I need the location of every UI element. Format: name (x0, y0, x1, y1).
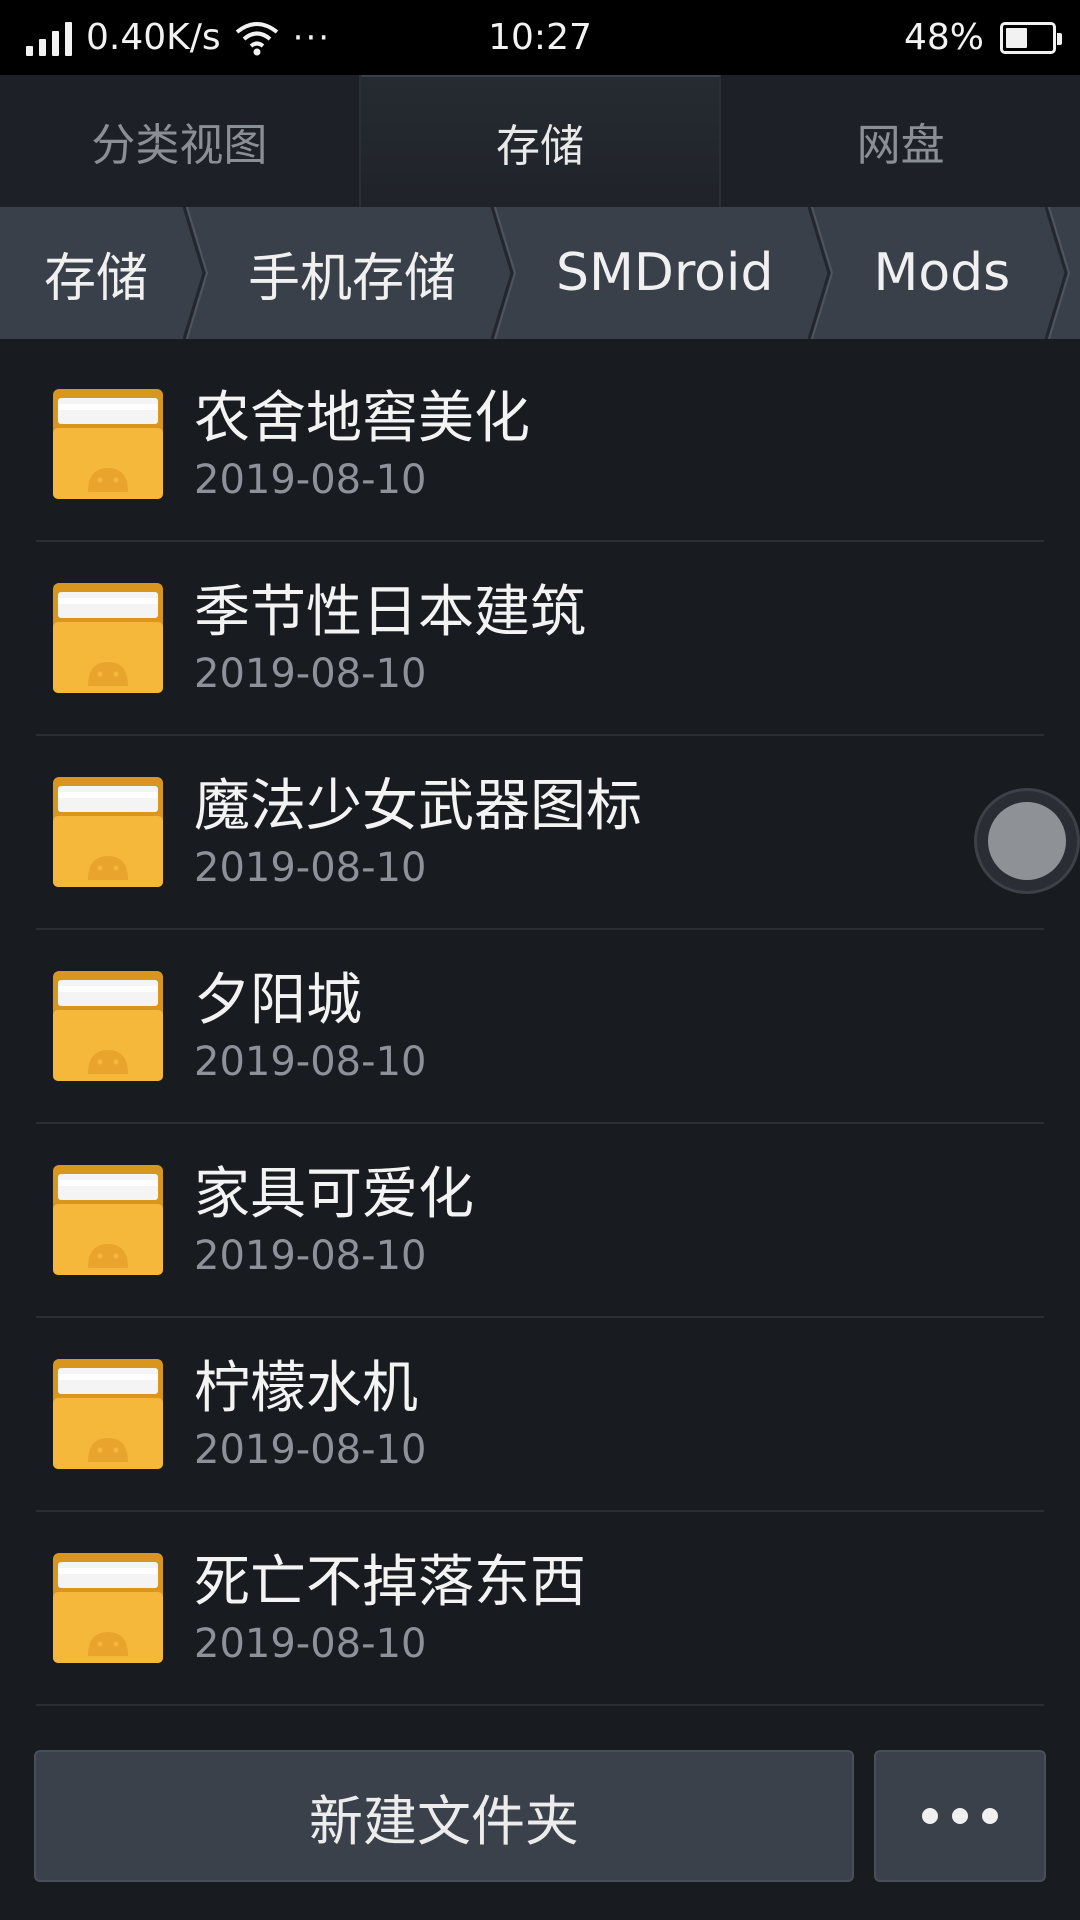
file-name: 家具可爱化 (194, 1162, 474, 1227)
file-date: 2019-08-10 (194, 845, 427, 891)
more-dot-icon (952, 1808, 968, 1824)
file-list: 农舍地窖美化 2019-08-10 季节性日本建筑 2019-08-10 魔法少 (36, 348, 1044, 1706)
tab-storage[interactable]: 存储 (360, 75, 722, 207)
file-name: 柠檬水机 (194, 1356, 418, 1421)
file-name: 季节性日本建筑 (194, 580, 586, 645)
file-list-item[interactable]: 魔法少女武器图标 2019-08-10 (36, 736, 1044, 930)
view-tabs: 分类视图 存储 网盘 (0, 75, 1080, 207)
file-name: 农舍地窖美化 (194, 386, 530, 451)
android-folder-icon (53, 971, 163, 1081)
status-bar: 0.40K/s ··· 10:27 48% (0, 0, 1080, 75)
breadcrumb-mods[interactable]: Mods (835, 207, 1044, 339)
file-list-item[interactable]: 柠檬水机 2019-08-10 (36, 1318, 1044, 1512)
file-date: 2019-08-10 (194, 1621, 427, 1667)
file-date: 2019-08-10 (194, 1039, 427, 1085)
file-list-item[interactable]: 死亡不掉落东西 2019-08-10 (36, 1512, 1044, 1706)
file-text: 夕阳城 2019-08-10 (194, 965, 426, 1087)
more-options-button[interactable] (874, 1750, 1046, 1882)
tab-category-view[interactable]: 分类视图 (0, 75, 361, 207)
breadcrumb-phone-storage[interactable]: 手机存储 (210, 207, 490, 339)
file-name: 夕阳城 (194, 968, 362, 1033)
file-name: 死亡不掉落东西 (194, 1550, 586, 1615)
fast-scroll-handle[interactable] (974, 788, 1080, 894)
file-text: 死亡不掉落东西 2019-08-10 (194, 1547, 586, 1669)
fast-scroll-handle-knob (988, 802, 1066, 880)
file-list-item[interactable]: 农舍地窖美化 2019-08-10 (36, 348, 1044, 542)
breadcrumb: 存储 手机存储 SMDroid Mods (0, 207, 1080, 339)
android-folder-icon (53, 583, 163, 693)
breadcrumb-separator-icon (490, 207, 517, 339)
file-text: 季节性日本建筑 2019-08-10 (194, 577, 586, 699)
breadcrumb-separator-icon (182, 207, 209, 339)
file-name: 魔法少女武器图标 (194, 774, 642, 839)
file-text: 魔法少女武器图标 2019-08-10 (194, 771, 642, 893)
file-date: 2019-08-10 (194, 651, 427, 697)
file-list-item[interactable]: 家具可爱化 2019-08-10 (36, 1124, 1044, 1318)
more-dot-icon (922, 1808, 938, 1824)
file-text: 农舍地窖美化 2019-08-10 (194, 383, 530, 505)
status-right: 48% (903, 0, 1062, 75)
breadcrumb-separator-icon (1044, 207, 1071, 339)
file-text: 家具可爱化 2019-08-10 (194, 1159, 474, 1281)
more-dot-icon (982, 1808, 998, 1824)
new-folder-button[interactable]: 新建文件夹 (34, 1750, 854, 1882)
file-date: 2019-08-10 (194, 1427, 427, 1473)
battery-fill (1006, 27, 1028, 48)
file-date: 2019-08-10 (194, 457, 427, 503)
file-date: 2019-08-10 (194, 1233, 427, 1279)
tab-cloud-drive[interactable]: 网盘 (721, 75, 1080, 207)
file-list-item[interactable]: 夕阳城 2019-08-10 (36, 930, 1044, 1124)
android-folder-icon (53, 389, 163, 499)
battery-percent: 48% (903, 17, 984, 58)
breadcrumb-storage[interactable]: 存储 (0, 207, 182, 339)
android-folder-icon (53, 777, 163, 887)
file-list-item[interactable]: 季节性日本建筑 2019-08-10 (36, 542, 1044, 736)
android-folder-icon (53, 1553, 163, 1663)
android-folder-icon (53, 1165, 163, 1275)
breadcrumb-smdroid[interactable]: SMDroid (518, 207, 807, 339)
breadcrumb-separator-icon (808, 207, 834, 339)
file-text: 柠檬水机 2019-08-10 (194, 1353, 426, 1475)
battery-icon (1000, 21, 1062, 54)
android-folder-icon (53, 1359, 163, 1469)
